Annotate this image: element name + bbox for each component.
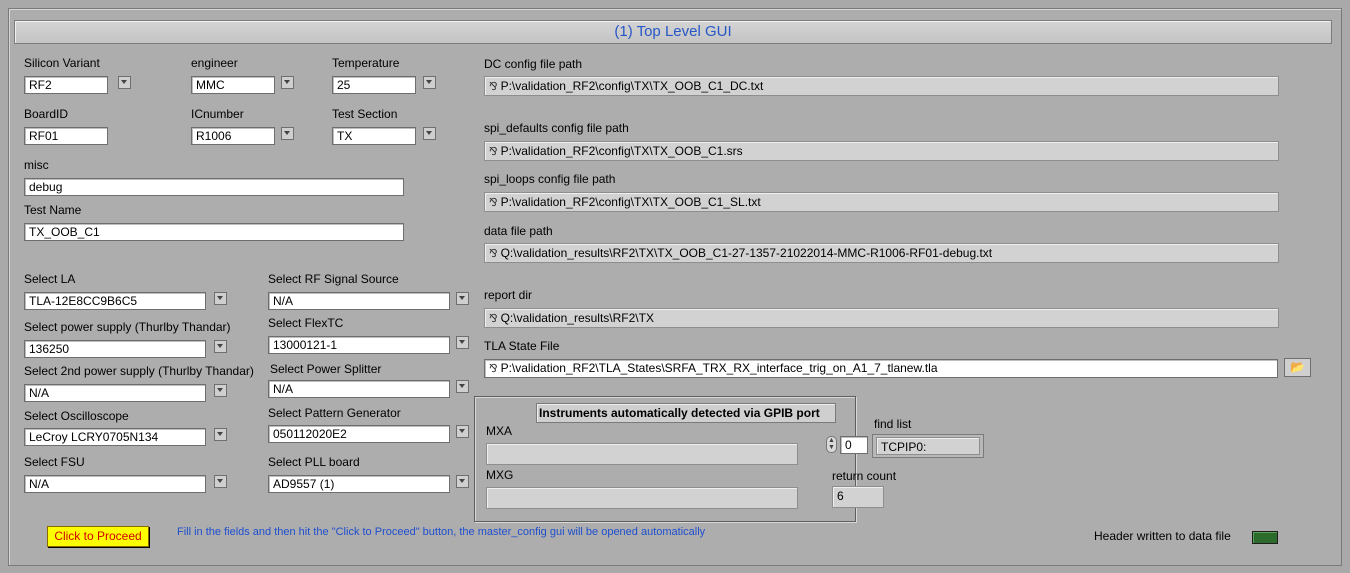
tla-state-path-field[interactable]: ⅋ P:\validation_RF2\TLA_States\SRFA_TRX_R… — [484, 359, 1278, 378]
select-flextc-label: Select FlexTC — [268, 316, 344, 330]
index-spinner-icon[interactable]: ▲ ▼ — [826, 436, 837, 453]
select-oscilloscope-label: Select Oscilloscope — [24, 409, 129, 423]
select-la-dropdown-icon[interactable] — [214, 292, 227, 305]
report-dir-path-field[interactable]: ⅋ Q:\validation_results\RF2\TX — [484, 308, 1279, 328]
board-id-field[interactable]: RF01 — [24, 127, 108, 145]
silicon-variant-dropdown-icon[interactable] — [118, 76, 131, 89]
find-list-field[interactable]: TCPIP0: — [876, 437, 980, 455]
return-count-label: return count — [832, 469, 897, 483]
ic-number-dropdown-icon[interactable] — [281, 127, 294, 140]
instructions-text: Fill in the fields and then hit the "Cli… — [177, 526, 706, 538]
temperature-dropdown-icon[interactable] — [423, 76, 436, 89]
path-icon: ⅋ — [489, 363, 498, 375]
proceed-button[interactable]: Click to Proceed — [47, 526, 149, 547]
tla-state-label: TLA State File — [484, 339, 560, 353]
select-2nd-power-supply-field[interactable]: N/A — [24, 384, 206, 402]
return-count-field: 6 — [832, 486, 884, 508]
test-section-field[interactable]: TX — [332, 127, 416, 145]
spi-loops-path-field[interactable]: ⅋ P:\validation_RF2\config\TX\TX_OOB_C1_S… — [484, 192, 1279, 212]
page-title: (1) Top Level GUI — [14, 20, 1332, 44]
ic-number-label: ICnumber — [191, 107, 244, 121]
silicon-variant-field[interactable]: RF2 — [24, 76, 108, 94]
select-flextc-field[interactable]: 13000121-1 — [268, 336, 450, 354]
select-pattern-generator-label: Select Pattern Generator — [268, 406, 401, 420]
path-icon: ⅋ — [489, 81, 498, 93]
header-written-led-indicator — [1252, 531, 1278, 544]
folder-icon: 📂 — [1290, 360, 1305, 374]
select-rf-signal-source-label: Select RF Signal Source — [268, 272, 399, 286]
dc-config-label: DC config file path — [484, 57, 583, 71]
spi-defaults-path-value: P:\validation_RF2\config\TX\TX_OOB_C1.sr… — [500, 144, 743, 158]
ic-number-field[interactable]: R1006 — [191, 127, 275, 145]
mxg-field[interactable] — [486, 487, 798, 509]
select-la-field[interactable]: TLA-12E8CC9B6C5 — [24, 292, 206, 310]
browse-folder-button[interactable]: 📂 — [1284, 358, 1311, 377]
select-fsu-label: Select FSU — [24, 455, 85, 469]
select-power-splitter-label: Select Power Splitter — [270, 362, 382, 376]
select-rf-signal-source-field[interactable]: N/A — [268, 292, 450, 310]
spi-defaults-path-field[interactable]: ⅋ P:\validation_RF2\config\TX\TX_OOB_C1.s… — [484, 141, 1279, 161]
path-icon: ⅋ — [489, 313, 498, 325]
select-pattern-generator-dropdown-icon[interactable] — [456, 425, 469, 438]
select-pll-board-field[interactable]: AD9557 (1) — [268, 475, 450, 493]
mxg-label: MXG — [486, 468, 514, 482]
engineer-field[interactable]: MMC — [191, 76, 275, 94]
path-icon: ⅋ — [489, 248, 498, 260]
temperature-field[interactable]: 25 — [332, 76, 416, 94]
spi-loops-label: spi_loops config file path — [484, 172, 616, 186]
test-name-label: Test Name — [24, 203, 82, 217]
spi-loops-path-value: P:\validation_RF2\config\TX\TX_OOB_C1_SL… — [500, 195, 761, 209]
select-pll-board-label: Select PLL board — [268, 455, 360, 469]
report-dir-path-value: Q:\validation_results\RF2\TX — [500, 311, 654, 325]
temperature-label: Temperature — [332, 56, 400, 70]
select-pll-board-dropdown-icon[interactable] — [456, 475, 469, 488]
select-oscilloscope-dropdown-icon[interactable] — [214, 428, 227, 441]
select-power-supply-label: Select power supply (Thurlby Thandar) — [24, 320, 231, 334]
select-flextc-dropdown-icon[interactable] — [456, 336, 469, 349]
data-file-path-field[interactable]: ⅋ Q:\validation_results\RF2\TX\TX_OOB_C1-… — [484, 243, 1279, 263]
select-fsu-field[interactable]: N/A — [24, 475, 206, 493]
test-name-field[interactable]: TX_OOB_C1 — [24, 223, 404, 241]
test-section-label: Test Section — [332, 107, 398, 121]
report-dir-label: report dir — [484, 288, 533, 302]
header-written-label: Header written to data file — [1094, 529, 1231, 543]
select-2nd-power-supply-dropdown-icon[interactable] — [214, 384, 227, 397]
index-field[interactable]: 0 — [840, 436, 868, 454]
data-file-path-value: Q:\validation_results\RF2\TX\TX_OOB_C1-2… — [500, 246, 993, 260]
mxa-label: MXA — [486, 424, 513, 438]
path-icon: ⅋ — [489, 146, 498, 158]
misc-field[interactable]: debug — [24, 178, 404, 196]
select-fsu-dropdown-icon[interactable] — [214, 475, 227, 488]
select-rf-signal-source-dropdown-icon[interactable] — [456, 292, 469, 305]
tla-state-path-value: P:\validation_RF2\TLA_States\SRFA_TRX_RX… — [500, 361, 938, 375]
test-section-dropdown-icon[interactable] — [423, 127, 436, 140]
engineer-label: engineer — [191, 56, 238, 70]
select-2nd-power-supply-label: Select 2nd power supply (Thurlby Thandar… — [24, 364, 254, 378]
select-power-splitter-dropdown-icon[interactable] — [456, 380, 469, 393]
select-power-supply-field[interactable]: 136250 — [24, 340, 206, 358]
dc-config-path-value: P:\validation_RF2\config\TX\TX_OOB_C1_DC… — [500, 79, 764, 93]
dc-config-path-field[interactable]: ⅋ P:\validation_RF2\config\TX\TX_OOB_C1_D… — [484, 76, 1279, 96]
path-icon: ⅋ — [489, 197, 498, 209]
engineer-dropdown-icon[interactable] — [281, 76, 294, 89]
select-power-splitter-field[interactable]: N/A — [268, 380, 450, 398]
board-id-label: BoardID — [24, 107, 69, 121]
gpib-group-title: Instruments automatically detected via G… — [536, 403, 836, 423]
find-list-label: find list — [874, 417, 912, 431]
select-pattern-generator-field[interactable]: 050112020E2 — [268, 425, 450, 443]
select-power-supply-dropdown-icon[interactable] — [214, 340, 227, 353]
select-la-label: Select LA — [24, 272, 76, 286]
misc-label: misc — [24, 158, 49, 172]
silicon-variant-label: Silicon Variant — [24, 56, 100, 70]
data-file-label: data file path — [484, 224, 553, 238]
mxa-field[interactable] — [486, 443, 798, 465]
spi-defaults-label: spi_defaults config file path — [484, 121, 629, 135]
select-oscilloscope-field[interactable]: LeCroy LCRY0705N134 — [24, 428, 206, 446]
